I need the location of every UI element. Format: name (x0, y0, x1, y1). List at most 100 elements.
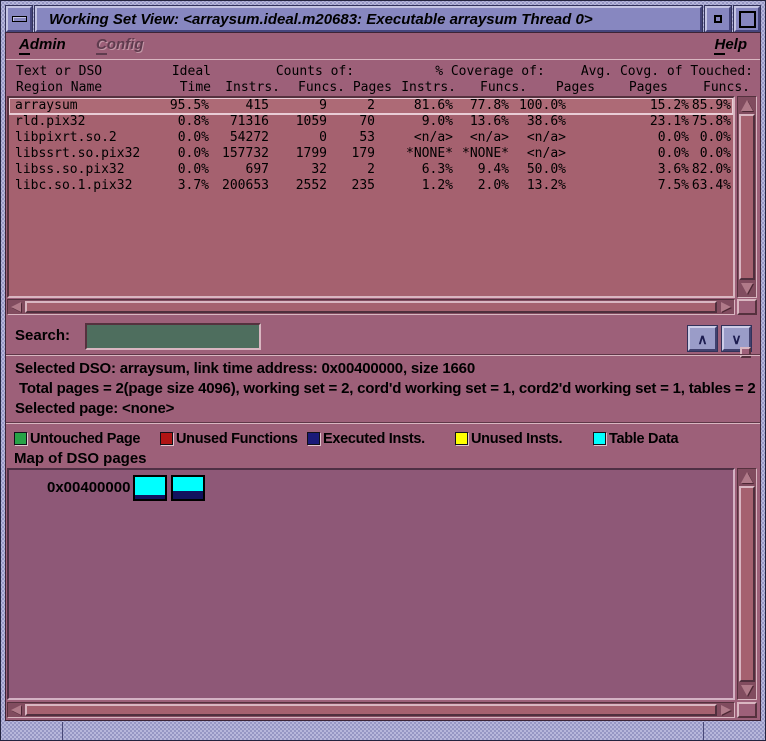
table-row[interactable]: libc.so.1.pix32 3.7% 200653 2552 235 1.2% 2.0%… (9, 178, 733, 194)
header-region-name: Region Name (16, 80, 103, 95)
minimize-button[interactable] (705, 6, 731, 32)
table-cell: 81.6% (413, 98, 453, 113)
table-cell: *NONE* (406, 146, 453, 161)
map-horizontal-scrollbar[interactable] (7, 702, 735, 718)
table-cell: 53 (359, 130, 375, 145)
table-cell: 75.8% (691, 114, 731, 129)
table-cell: 15.2% (649, 98, 689, 113)
selected-page-line: Selected page: <none> (15, 400, 175, 417)
table-cell: libss.so.pix32 (15, 162, 125, 177)
total-pages-line: Total pages = 2(page size 4096), working… (15, 380, 756, 397)
legend-label: Executed Insts. (323, 430, 425, 447)
frame-handle-mark (703, 722, 704, 740)
table-cell: *NONE* (462, 146, 509, 161)
table-horizontal-scrollbar[interactable] (7, 299, 735, 315)
table-cell: 415 (245, 98, 269, 113)
table-cell: 13.6% (469, 114, 509, 129)
table-row[interactable]: libssrt.so.pix32 0.0% 157732 1799 179 *NONE* *… (9, 146, 733, 162)
table-cell: 7.5% (657, 178, 689, 193)
header-coverage-of: % Coverage of: (435, 64, 545, 79)
titlebar-title-area[interactable]: Working Set View: <arraysum.ideal.m20683… (35, 6, 702, 32)
scroll-up-icon[interactable] (741, 100, 753, 111)
menu-admin[interactable]: Admin (19, 36, 66, 55)
legend-item: Table Data (593, 429, 753, 448)
dso-page-map[interactable]: 0x00400000 (7, 468, 735, 700)
table-cell: 1.2% (421, 178, 453, 193)
map-hscroll-thumb[interactable] (25, 704, 717, 716)
table-hscroll-thumb[interactable] (25, 301, 717, 313)
table-cell: 2.0% (477, 178, 509, 193)
table-cell: 70 (359, 114, 375, 129)
separator (6, 422, 760, 424)
selected-dso-line: Selected DSO: arraysum, link time addres… (15, 360, 475, 377)
scroll-right-icon[interactable] (721, 302, 731, 312)
map-title: Map of DSO pages (14, 450, 147, 467)
legend-label: Unused Functions (176, 430, 298, 447)
table-cell: arraysum (15, 98, 78, 113)
table-header: Text or DSO Ideal Counts of: % Coverage … (6, 63, 760, 97)
legend-item: Unused Functions (160, 429, 307, 448)
table-vscroll-thumb[interactable] (739, 114, 755, 280)
menu-help[interactable]: Help (714, 36, 747, 55)
table-cell: 9.4% (477, 162, 509, 177)
executed-insts-strip (135, 495, 165, 499)
maximize-button[interactable] (734, 6, 760, 32)
menubar: Admin Config Help (6, 33, 760, 59)
legend-item: Unused Insts. (455, 429, 593, 448)
frame-handle-mark (62, 722, 63, 740)
table-row[interactable]: libpixrt.so.2 0.0% 54272 0 53 <n/a> <n/a> <n/a>… (9, 130, 733, 146)
scroll-down-icon[interactable] (741, 283, 753, 294)
dso-table[interactable]: arraysum 95.5% 415 9 2 81.6% 77.8% 100.0% 15.2% 8… (7, 96, 735, 298)
table-cell: 3.7% (177, 178, 209, 193)
table-cell: 1059 (295, 114, 327, 129)
table-vertical-scrollbar[interactable] (737, 96, 757, 298)
table-row[interactable]: libss.so.pix32 0.0% 697 32 2 6.3% 9.4% 50.0% 3.6… (9, 162, 733, 178)
table-cell: 77.8% (469, 98, 509, 113)
table-cell: 3.6% (657, 162, 689, 177)
scroll-down-icon[interactable] (741, 685, 753, 696)
header-pages-coverage: Pages (555, 80, 595, 95)
header-avg-covg: Avg. Covg. of Touched: (580, 64, 753, 79)
pane-sash-handle[interactable] (740, 347, 751, 358)
executed-insts-strip (173, 491, 203, 499)
map-vscroll-thumb[interactable] (739, 486, 755, 682)
table-cell: 100.0% (519, 98, 566, 113)
table-cell: 2 (367, 162, 375, 177)
chevron-down-icon: ∨ (731, 330, 742, 347)
table-cell: 1799 (295, 146, 327, 161)
scroll-left-icon[interactable] (11, 705, 21, 715)
search-input[interactable] (85, 323, 261, 350)
header-ideal: Ideal (171, 64, 211, 79)
table-cell: 85.9% (691, 98, 731, 113)
header-avg-pages: Pages (628, 80, 668, 95)
scroll-left-icon[interactable] (11, 302, 21, 312)
scroll-up-icon[interactable] (741, 472, 753, 483)
header-touched-funcs: Funcs. (703, 80, 750, 95)
table-cell: <n/a> (469, 130, 509, 145)
table-cell: 0.0% (177, 130, 209, 145)
table-cell: 95.5% (169, 98, 209, 113)
table-row[interactable]: rld.pix32 0.8% 71316 1059 70 9.0% 13.6% 38.6% 23… (9, 114, 733, 130)
chevron-up-icon: ∧ (697, 330, 708, 347)
selection-info: Selected DSO: arraysum, link time addres… (15, 359, 760, 419)
map-scrollbar-corner (737, 702, 757, 718)
table-cell: 63.4% (691, 178, 731, 193)
table-cell: 0.0% (177, 146, 209, 161)
dso-page-block[interactable] (171, 475, 205, 501)
table-cell: 0.8% (177, 114, 209, 129)
table-cell: 32 (311, 162, 327, 177)
search-label: Search: (15, 327, 71, 344)
separator (6, 354, 760, 356)
table-cell: 0.0% (177, 162, 209, 177)
table-cell: 0.0% (699, 130, 731, 145)
search-prev-button[interactable]: ∧ (688, 326, 717, 351)
legend-swatch (593, 432, 606, 445)
table-cell: 50.0% (526, 162, 566, 177)
scroll-right-icon[interactable] (721, 705, 731, 715)
legend-swatch (14, 432, 27, 445)
table-cell: 71316 (229, 114, 269, 129)
map-vertical-scrollbar[interactable] (737, 468, 757, 700)
dso-page-block[interactable] (133, 475, 167, 501)
window-menu-button[interactable] (6, 6, 32, 32)
table-row[interactable]: arraysum 95.5% 415 9 2 81.6% 77.8% 100.0% 15.2% 8… (9, 98, 733, 114)
